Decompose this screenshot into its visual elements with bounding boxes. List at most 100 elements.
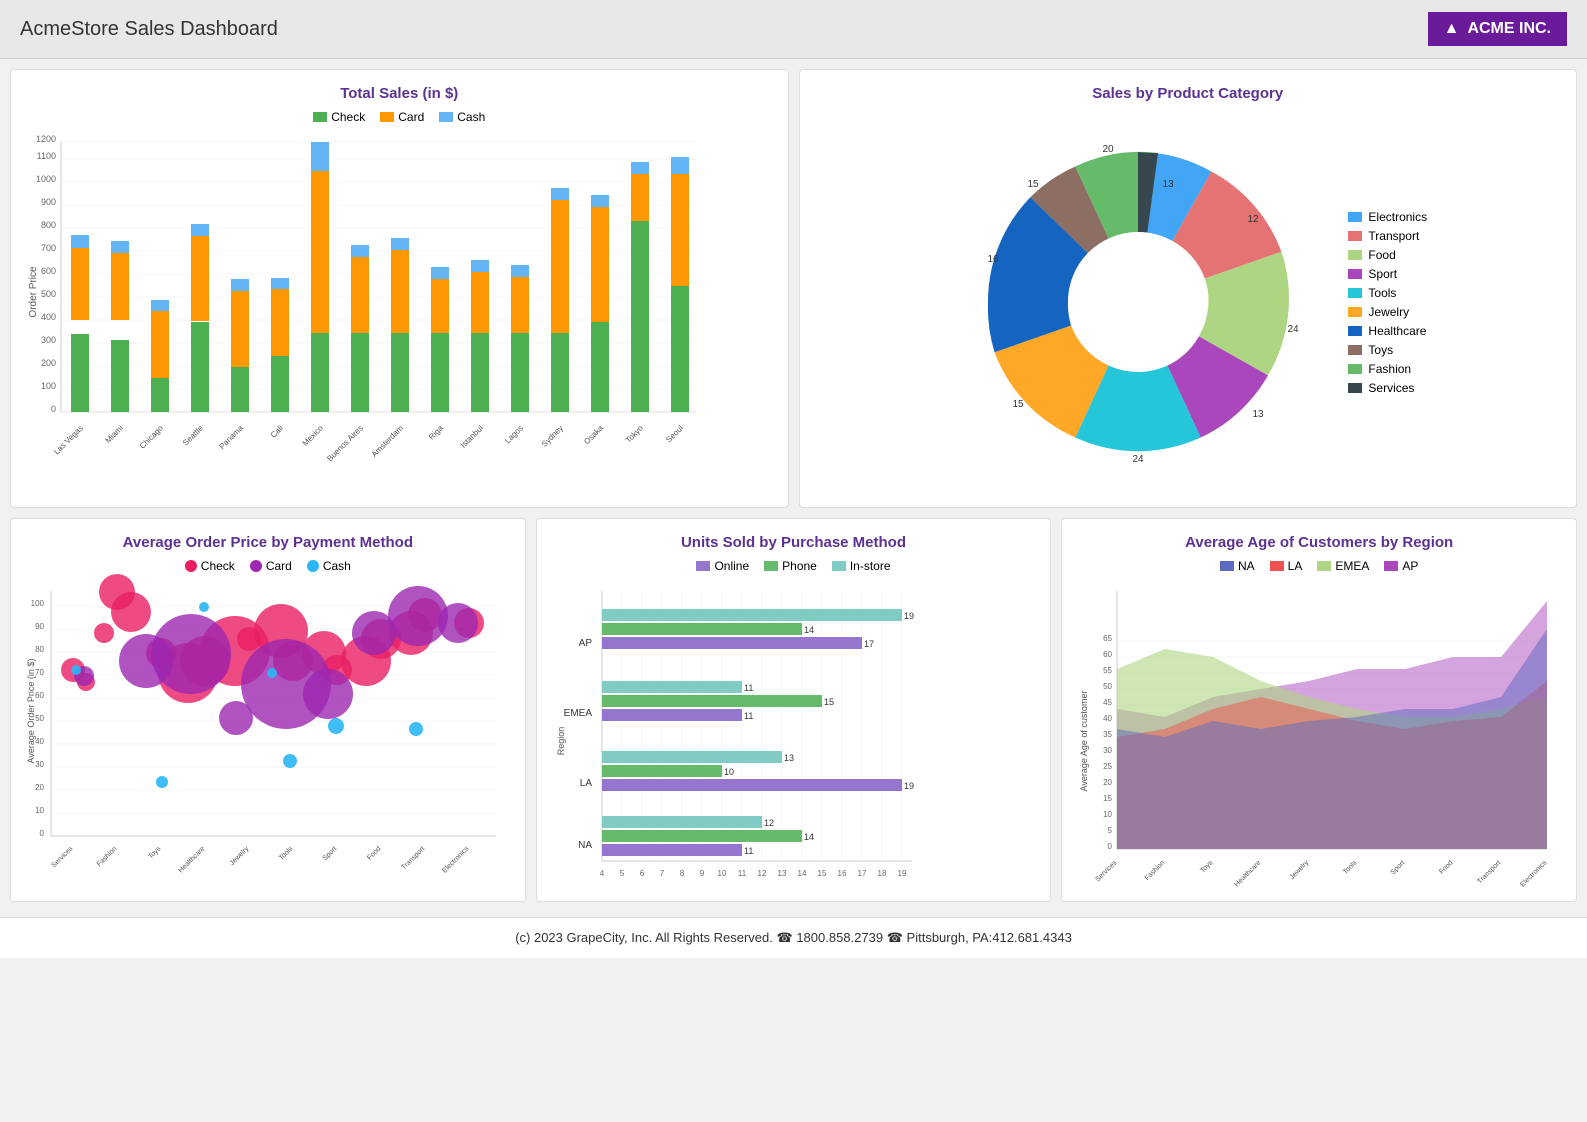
phone-icon-2: ☎ [887, 930, 907, 945]
svg-text:Services: Services [50, 845, 74, 869]
donut-panel: Sales by Product Category 13 12 24 13 [799, 69, 1578, 508]
svg-text:Buenos Aires: Buenos Aires [325, 424, 365, 464]
legend-toys: Toys [1348, 343, 1427, 357]
svg-text:7: 7 [659, 869, 664, 878]
svg-text:Toys: Toys [147, 845, 162, 860]
svg-text:Chicago: Chicago [138, 423, 166, 451]
avg-age-title: Average Age of Customers by Region [1077, 534, 1561, 551]
avg-legend-ap: AP [1384, 559, 1418, 573]
svg-text:8: 8 [679, 869, 684, 878]
svg-text:11: 11 [744, 711, 753, 721]
dashboard: Total Sales (in $) Check Card Cash 0 100… [0, 59, 1587, 912]
svg-text:20: 20 [1103, 144, 1115, 155]
logo-icon: ▲ [1444, 20, 1460, 38]
svg-text:Lagos: Lagos [503, 424, 525, 446]
svg-text:40: 40 [1103, 714, 1112, 723]
svg-text:Mexico: Mexico [301, 423, 326, 448]
svg-text:25: 25 [1103, 762, 1112, 771]
svg-text:Sydney: Sydney [540, 424, 565, 449]
svg-text:30: 30 [1103, 746, 1112, 755]
svg-text:13: 13 [777, 869, 786, 878]
bottom-row: Average Order Price by Payment Method Ch… [10, 518, 1577, 902]
svg-text:Miami: Miami [103, 423, 125, 445]
total-sales-panel: Total Sales (in $) Check Card Cash 0 100… [10, 69, 789, 508]
svg-text:Services: Services [1095, 859, 1119, 883]
svg-text:Transport: Transport [400, 845, 426, 871]
svg-text:5: 5 [619, 869, 624, 878]
svg-text:Jewelry: Jewelry [1289, 859, 1311, 881]
svg-text:NA: NA [578, 840, 592, 851]
units-legend-online: Online [696, 559, 749, 573]
svg-text:Healthcare: Healthcare [1234, 859, 1263, 888]
svg-text:Seattle: Seattle [181, 423, 205, 447]
svg-text:45: 45 [1103, 698, 1112, 707]
svg-text:100: 100 [41, 381, 56, 391]
svg-text:500: 500 [41, 289, 56, 299]
svg-text:14: 14 [797, 869, 806, 878]
svg-text:10: 10 [35, 806, 44, 815]
svg-text:Electronics: Electronics [1520, 859, 1550, 889]
svg-text:11: 11 [744, 683, 753, 693]
svg-text:12: 12 [757, 869, 766, 878]
svg-text:5: 5 [1108, 826, 1113, 835]
svg-text:65: 65 [1103, 634, 1112, 643]
total-sales-legend: Check Card Cash [26, 110, 773, 124]
svg-text:14: 14 [804, 832, 814, 842]
svg-text:Cali: Cali [269, 423, 285, 439]
svg-text:12: 12 [1248, 214, 1260, 225]
legend-healthcare: Healthcare [1348, 324, 1427, 338]
svg-text:11: 11 [744, 846, 753, 856]
total-sales-chart: 0 100 200 300 400 500 600 700 800 900 10… [26, 132, 706, 472]
svg-text:13: 13 [1163, 179, 1175, 190]
svg-text:13: 13 [784, 753, 794, 763]
svg-text:17: 17 [857, 869, 866, 878]
legend-food: Food [1348, 248, 1427, 262]
scatter-legend-card: Card [250, 559, 292, 573]
page-title: AcmeStore Sales Dashboard [20, 18, 278, 41]
svg-text:Tools: Tools [1342, 859, 1359, 876]
svg-text:24: 24 [1133, 454, 1145, 465]
footer-phone1: 1800.858.2739 [796, 930, 883, 945]
svg-text:1200: 1200 [36, 134, 56, 144]
svg-text:70: 70 [35, 668, 44, 677]
cash-label: Cash [457, 110, 485, 124]
svg-text:Electronics: Electronics [441, 845, 471, 875]
svg-text:11: 11 [738, 869, 747, 878]
avg-age-chart: 0 5 10 15 20 25 30 35 40 45 50 55 60 65 … [1077, 581, 1557, 881]
legend-transport: Transport [1348, 229, 1427, 243]
scatter-panel: Average Order Price by Payment Method Ch… [10, 518, 526, 902]
units-sold-chart: 4 5 6 7 8 9 10 11 12 13 14 15 16 17 18 1… [552, 581, 1012, 881]
svg-text:200: 200 [41, 358, 56, 368]
svg-text:60: 60 [1103, 650, 1112, 659]
avg-age-legend: NA LA EMEA AP [1077, 559, 1561, 573]
donut-container: 13 12 24 13 24 15 16 [815, 112, 1562, 492]
svg-text:Food: Food [366, 845, 382, 861]
svg-text:AP: AP [578, 638, 592, 649]
svg-text:17: 17 [864, 639, 874, 649]
legend-sport: Sport [1348, 267, 1427, 281]
svg-text:55: 55 [1103, 666, 1112, 675]
svg-text:100: 100 [31, 599, 45, 608]
svg-text:Fashion: Fashion [96, 845, 119, 868]
svg-text:EMEA: EMEA [563, 708, 592, 719]
svg-text:10: 10 [724, 767, 734, 777]
svg-text:Jewelry: Jewelry [229, 845, 251, 867]
scatter-legend: Check Card Cash [26, 559, 510, 573]
svg-text:300: 300 [41, 335, 56, 345]
svg-text:Tools: Tools [278, 845, 295, 862]
svg-text:50: 50 [35, 714, 44, 723]
svg-text:12: 12 [764, 818, 774, 828]
legend-services: Services [1348, 381, 1427, 395]
svg-text:15: 15 [1028, 179, 1040, 190]
svg-text:19: 19 [904, 781, 914, 791]
svg-text:Amsterdam: Amsterdam [370, 423, 406, 459]
svg-text:35: 35 [1103, 730, 1112, 739]
svg-text:4: 4 [599, 869, 604, 878]
svg-text:Transport: Transport [1477, 859, 1503, 885]
svg-text:Average Order Price (in $): Average Order Price (in $) [26, 659, 36, 764]
legend-cash: Cash [439, 110, 485, 124]
svg-text:13: 13 [1253, 409, 1265, 420]
svg-text:16: 16 [837, 869, 846, 878]
svg-text:0: 0 [1108, 842, 1113, 851]
svg-text:60: 60 [35, 691, 44, 700]
